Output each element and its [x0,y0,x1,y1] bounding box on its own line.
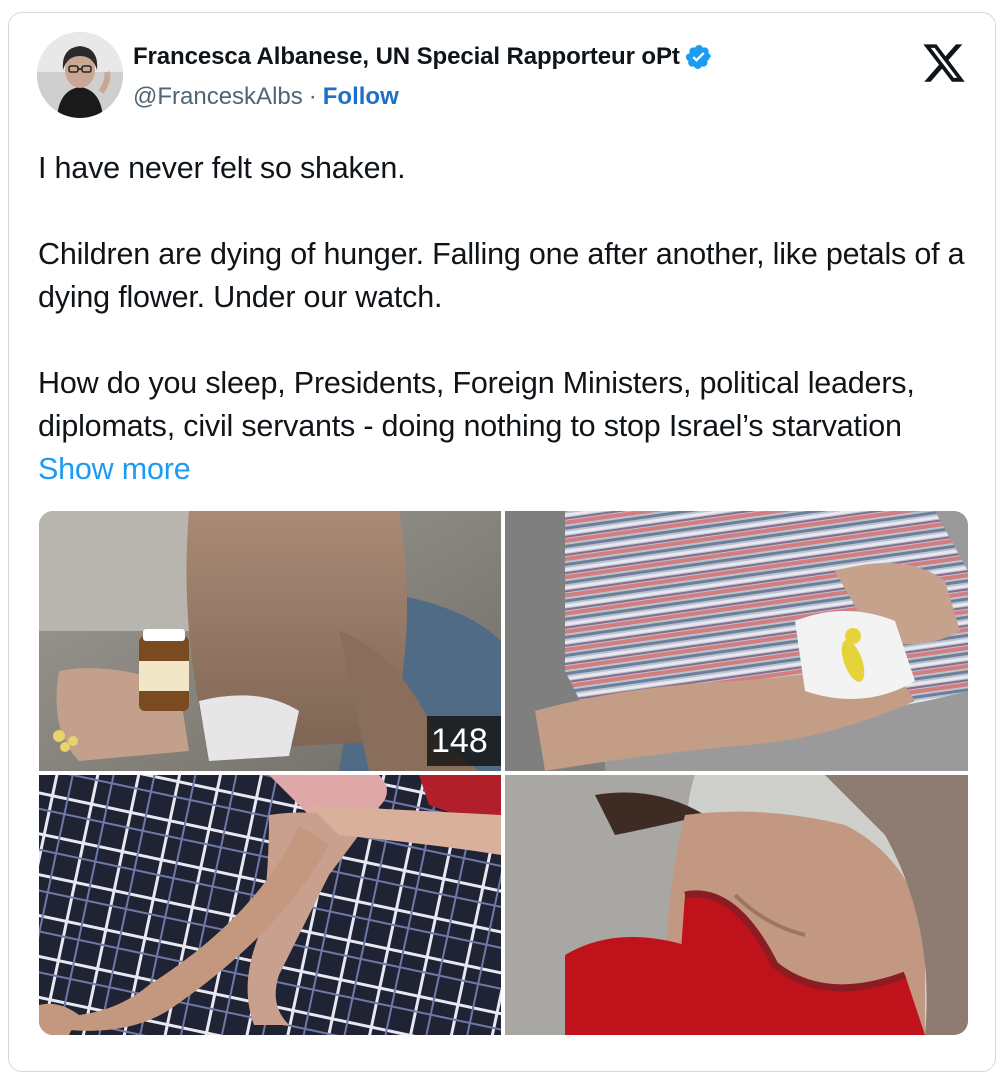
separator-dot: · [308,83,317,110]
x-logo-icon[interactable] [921,40,967,86]
verified-badge-icon [685,43,713,71]
author-handle-row: @FranceskAlbs · Follow [133,83,399,111]
media-photo-1[interactable]: 148 [39,511,501,771]
show-more-link[interactable]: Show more [38,452,191,486]
media-grid: 148 [39,511,968,1035]
tweet-text: I have never felt so shaken. Children ar… [38,147,978,491]
tweet-paragraph: I have never felt so shaken. [38,151,406,185]
tweet-paragraph: How do you sleep, Presidents, Foreign Mi… [38,362,978,491]
author-name-row[interactable]: Francesca Albanese, UN Special Rapporteu… [133,43,713,71]
author-avatar[interactable] [37,32,123,118]
tweet-paragraph: Children are dying of hunger. Falling on… [38,237,965,314]
tweet-paragraph-text: How do you sleep, Presidents, Foreign Mi… [38,366,915,443]
media-photo-3[interactable] [39,775,501,1035]
tweet-card[interactable]: Francesca Albanese, UN Special Rapporteu… [8,12,996,1072]
media-photo-2[interactable] [505,511,968,771]
follow-button[interactable]: Follow [323,83,399,110]
author-handle[interactable]: @FranceskAlbs [133,83,303,110]
media-overlay-counter: 148 [427,716,501,766]
media-photo-4[interactable] [505,775,968,1035]
author-display-name[interactable]: Francesca Albanese, UN Special Rapporteu… [133,43,680,71]
